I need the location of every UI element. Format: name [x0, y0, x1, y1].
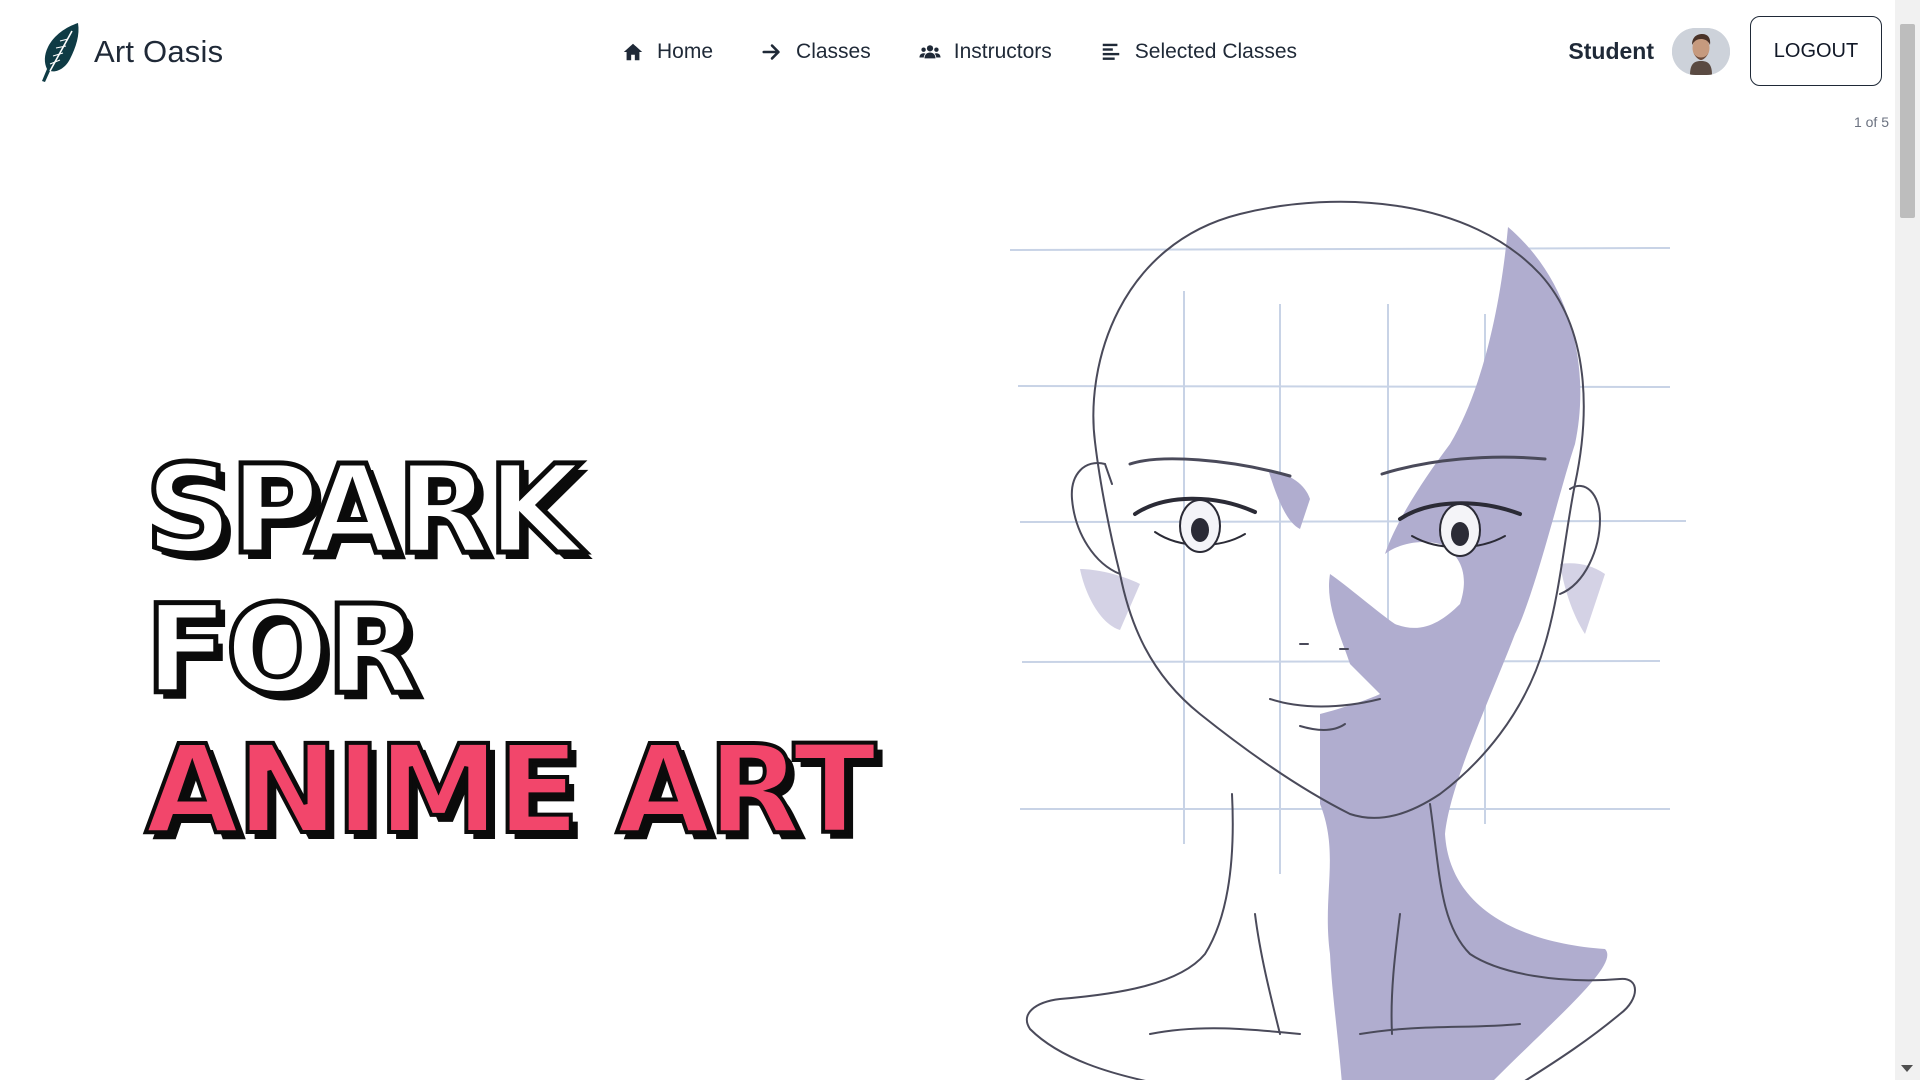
scrollbar-thumb[interactable] [1900, 24, 1915, 218]
slide-counter: 1 of 5 [1853, 114, 1889, 130]
arrow-right-icon [762, 44, 780, 60]
page: Art Oasis Home Classes Instructors Selec… [0, 0, 1895, 1080]
nav-item-selected-classes[interactable]: Selected Classes [1100, 40, 1297, 64]
hero-carousel[interactable]: 1 of 5 SPARK FOR ANIME ART [0, 104, 1895, 1080]
nav-item-label: Classes [796, 40, 871, 63]
main-nav: Home Classes Instructors Selected Classe… [622, 30, 1297, 74]
nav-item-classes[interactable]: Classes [761, 40, 871, 64]
user-role-label: Student [1568, 37, 1654, 64]
user-area: Student LOGOUT [1568, 15, 1882, 87]
anime-face-drawing [1009, 200, 1687, 1080]
home-icon [623, 43, 643, 61]
headline-line-1: SPARK [142, 438, 584, 583]
navbar: Art Oasis Home Classes Instructors Selec… [0, 0, 1895, 104]
hero-headline: SPARK FOR ANIME ART [142, 438, 878, 863]
scroll-down-arrow-icon[interactable] [1901, 1065, 1913, 1072]
avatar[interactable] [1672, 27, 1730, 75]
brand-name: Art Oasis [94, 34, 224, 69]
nav-item-instructors[interactable]: Instructors [919, 40, 1052, 64]
feather-icon [42, 23, 79, 82]
nav-item-label: Home [657, 40, 714, 63]
nav-item-label: Instructors [953, 40, 1052, 63]
nav-item-label: Selected Classes [1134, 40, 1298, 63]
nav-item-home[interactable]: Home [622, 40, 713, 64]
brand-link[interactable]: Art Oasis [38, 20, 223, 84]
users-icon [919, 45, 941, 59]
headline-line-3: ANIME ART [143, 718, 878, 862]
scrollbar[interactable] [1895, 0, 1920, 1080]
logout-button[interactable]: LOGOUT [1750, 16, 1882, 86]
headline-line-2: FOR [142, 578, 422, 723]
list-icon [1102, 43, 1120, 60]
